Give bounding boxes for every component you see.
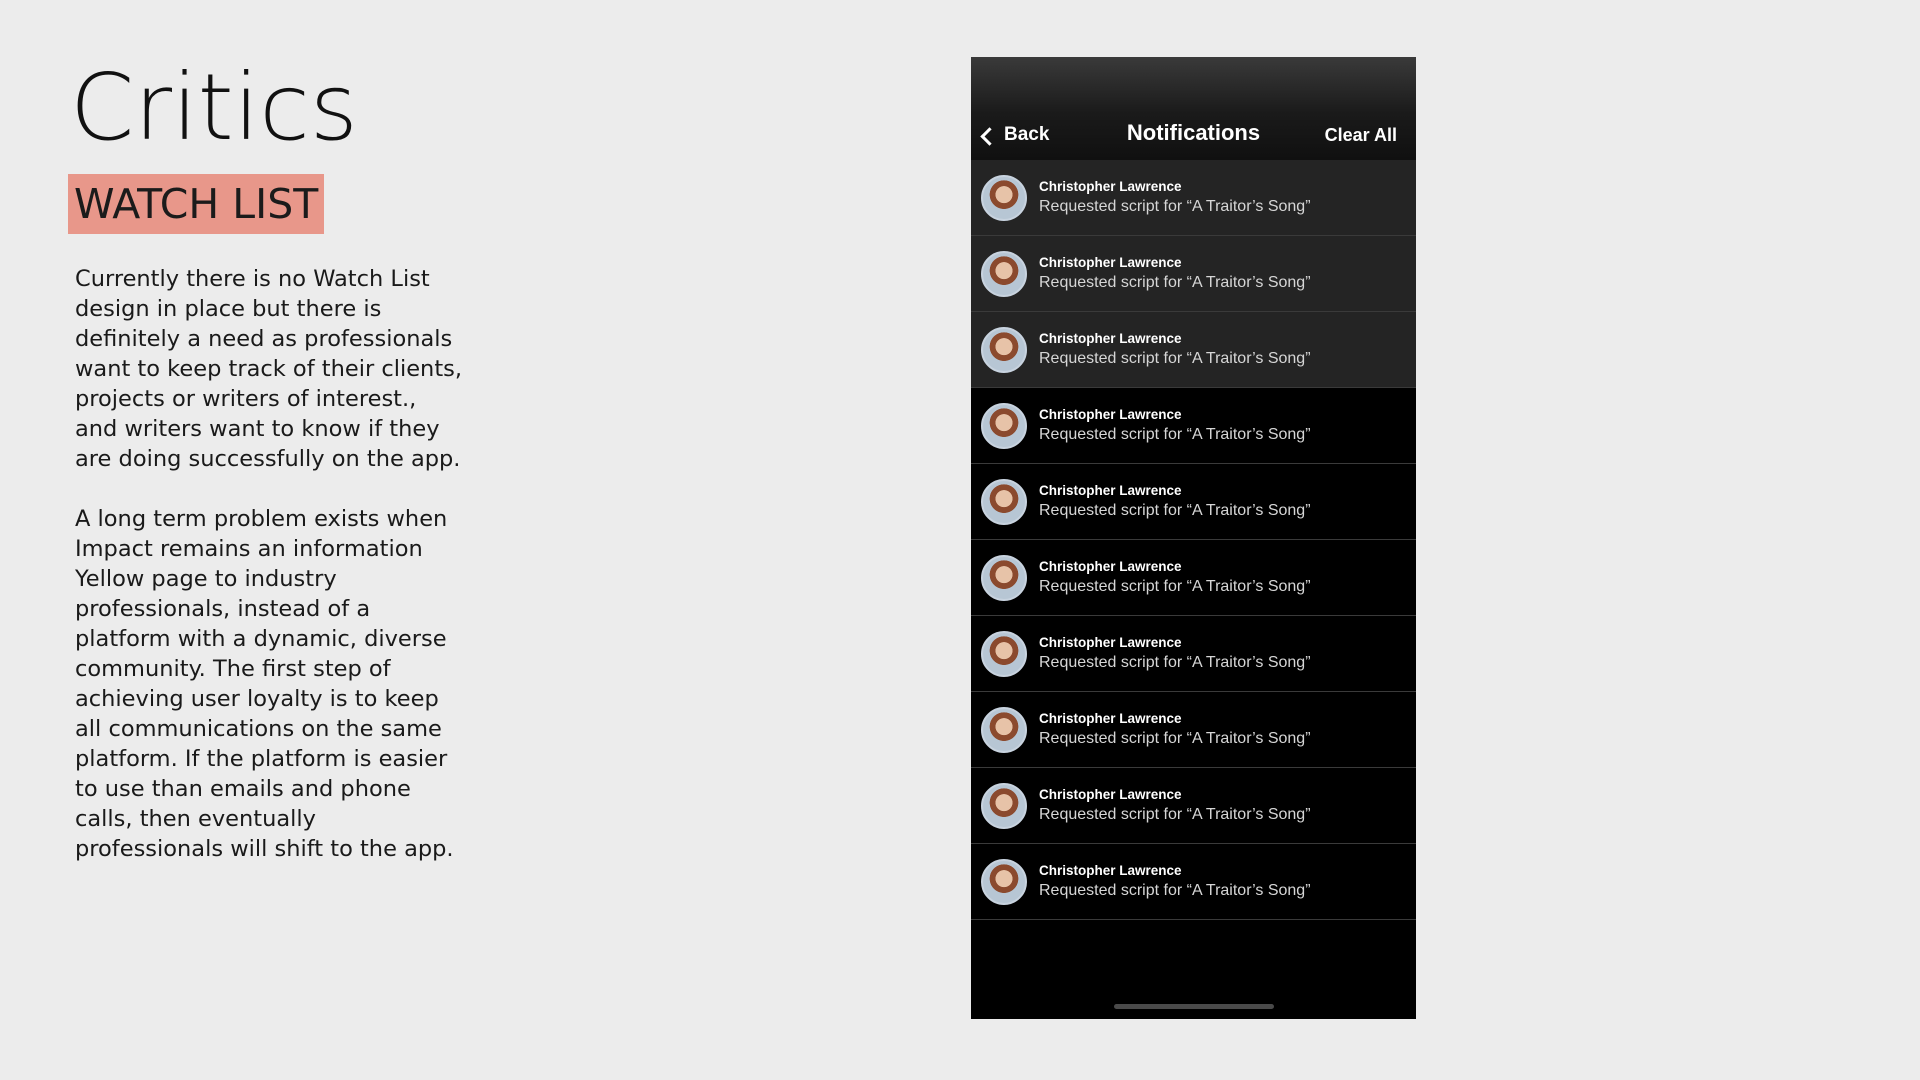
avatar — [981, 782, 1027, 829]
section-tag: WATCH LIST — [68, 174, 325, 234]
avatar — [981, 174, 1027, 221]
avatar — [981, 326, 1027, 373]
notification-sender: Christopher Lawrence — [1039, 406, 1182, 422]
notification-sender: Christopher Lawrence — [1039, 254, 1182, 270]
avatar — [981, 706, 1027, 753]
notification-message: Requested script for “A Traitor’s Song” — [1039, 577, 1311, 595]
home-indicator[interactable] — [1113, 1004, 1274, 1009]
notification-text: Christopher Lawrence Requested script for… — [1039, 330, 1311, 370]
notification-item[interactable]: Christopher Lawrence Requested script for… — [971, 160, 1416, 236]
notification-sender: Christopher Lawrence — [1039, 786, 1182, 802]
notification-item[interactable]: Christopher Lawrence Requested script for… — [971, 692, 1416, 768]
notification-item[interactable]: Christopher Lawrence Requested script for… — [971, 540, 1416, 616]
notification-message: Requested script for “A Traitor’s Song” — [1039, 653, 1311, 671]
notification-item[interactable]: Christopher Lawrence Requested script for… — [971, 464, 1416, 540]
notification-text: Christopher Lawrence Requested script for… — [1039, 406, 1311, 446]
slide-title: Critics — [70, 54, 358, 161]
notification-message: Requested script for “A Traitor’s Song” — [1039, 805, 1311, 823]
notification-item[interactable]: Christopher Lawrence Requested script for… — [971, 388, 1416, 464]
notification-text: Christopher Lawrence Requested script for… — [1039, 254, 1311, 294]
notification-item[interactable]: Christopher Lawrence Requested script for… — [971, 844, 1416, 920]
notification-message: Requested script for “A Traitor’s Song” — [1039, 881, 1311, 899]
notification-text: Christopher Lawrence Requested script for… — [1039, 786, 1311, 826]
notification-list: Christopher Lawrence Requested script for… — [971, 160, 1416, 920]
notification-sender: Christopher Lawrence — [1039, 178, 1182, 194]
avatar — [981, 554, 1027, 601]
avatar — [981, 630, 1027, 677]
notification-text: Christopher Lawrence Requested script for… — [1039, 482, 1311, 522]
avatar — [981, 478, 1027, 525]
notification-message: Requested script for “A Traitor’s Song” — [1039, 729, 1311, 747]
notification-item[interactable]: Christopher Lawrence Requested script for… — [971, 236, 1416, 312]
notification-message: Requested script for “A Traitor’s Song” — [1039, 425, 1311, 443]
notification-sender: Christopher Lawrence — [1039, 330, 1182, 346]
notification-text: Christopher Lawrence Requested script for… — [1039, 710, 1311, 750]
notification-message: Requested script for “A Traitor’s Song” — [1039, 273, 1311, 291]
notification-text: Christopher Lawrence Requested script for… — [1039, 558, 1311, 598]
phone-screen: Back Notifications Clear All Christopher… — [971, 57, 1416, 1019]
paragraph-1: Currently there is no Watch List design … — [75, 266, 463, 472]
avatar — [981, 402, 1027, 449]
notification-message: Requested script for “A Traitor’s Song” — [1039, 501, 1311, 519]
notification-sender: Christopher Lawrence — [1039, 862, 1182, 878]
avatar — [981, 250, 1027, 297]
notification-text: Christopher Lawrence Requested script for… — [1039, 862, 1311, 902]
avatar — [981, 858, 1027, 905]
notification-item[interactable]: Christopher Lawrence Requested script for… — [971, 616, 1416, 692]
clear-all-button[interactable]: Clear All — [1325, 125, 1397, 146]
notification-sender: Christopher Lawrence — [1039, 558, 1182, 574]
notification-sender: Christopher Lawrence — [1039, 634, 1182, 650]
notification-text: Christopher Lawrence Requested script for… — [1039, 178, 1311, 218]
notification-sender: Christopher Lawrence — [1039, 710, 1182, 726]
slide-text-column: Critics WATCH LIST Currently there is no… — [68, 54, 472, 864]
notification-text: Christopher Lawrence Requested script for… — [1039, 634, 1311, 674]
nav-bar: Back Notifications Clear All — [971, 57, 1416, 160]
notification-message: Requested script for “A Traitor’s Song” — [1039, 349, 1311, 367]
notification-message: Requested script for “A Traitor’s Song” — [1039, 197, 1311, 215]
notification-item[interactable]: Christopher Lawrence Requested script for… — [971, 312, 1416, 388]
paragraph-2: A long term problem exists when Impact r… — [75, 506, 454, 862]
notification-item[interactable]: Christopher Lawrence Requested script for… — [971, 768, 1416, 844]
notification-sender: Christopher Lawrence — [1039, 482, 1182, 498]
